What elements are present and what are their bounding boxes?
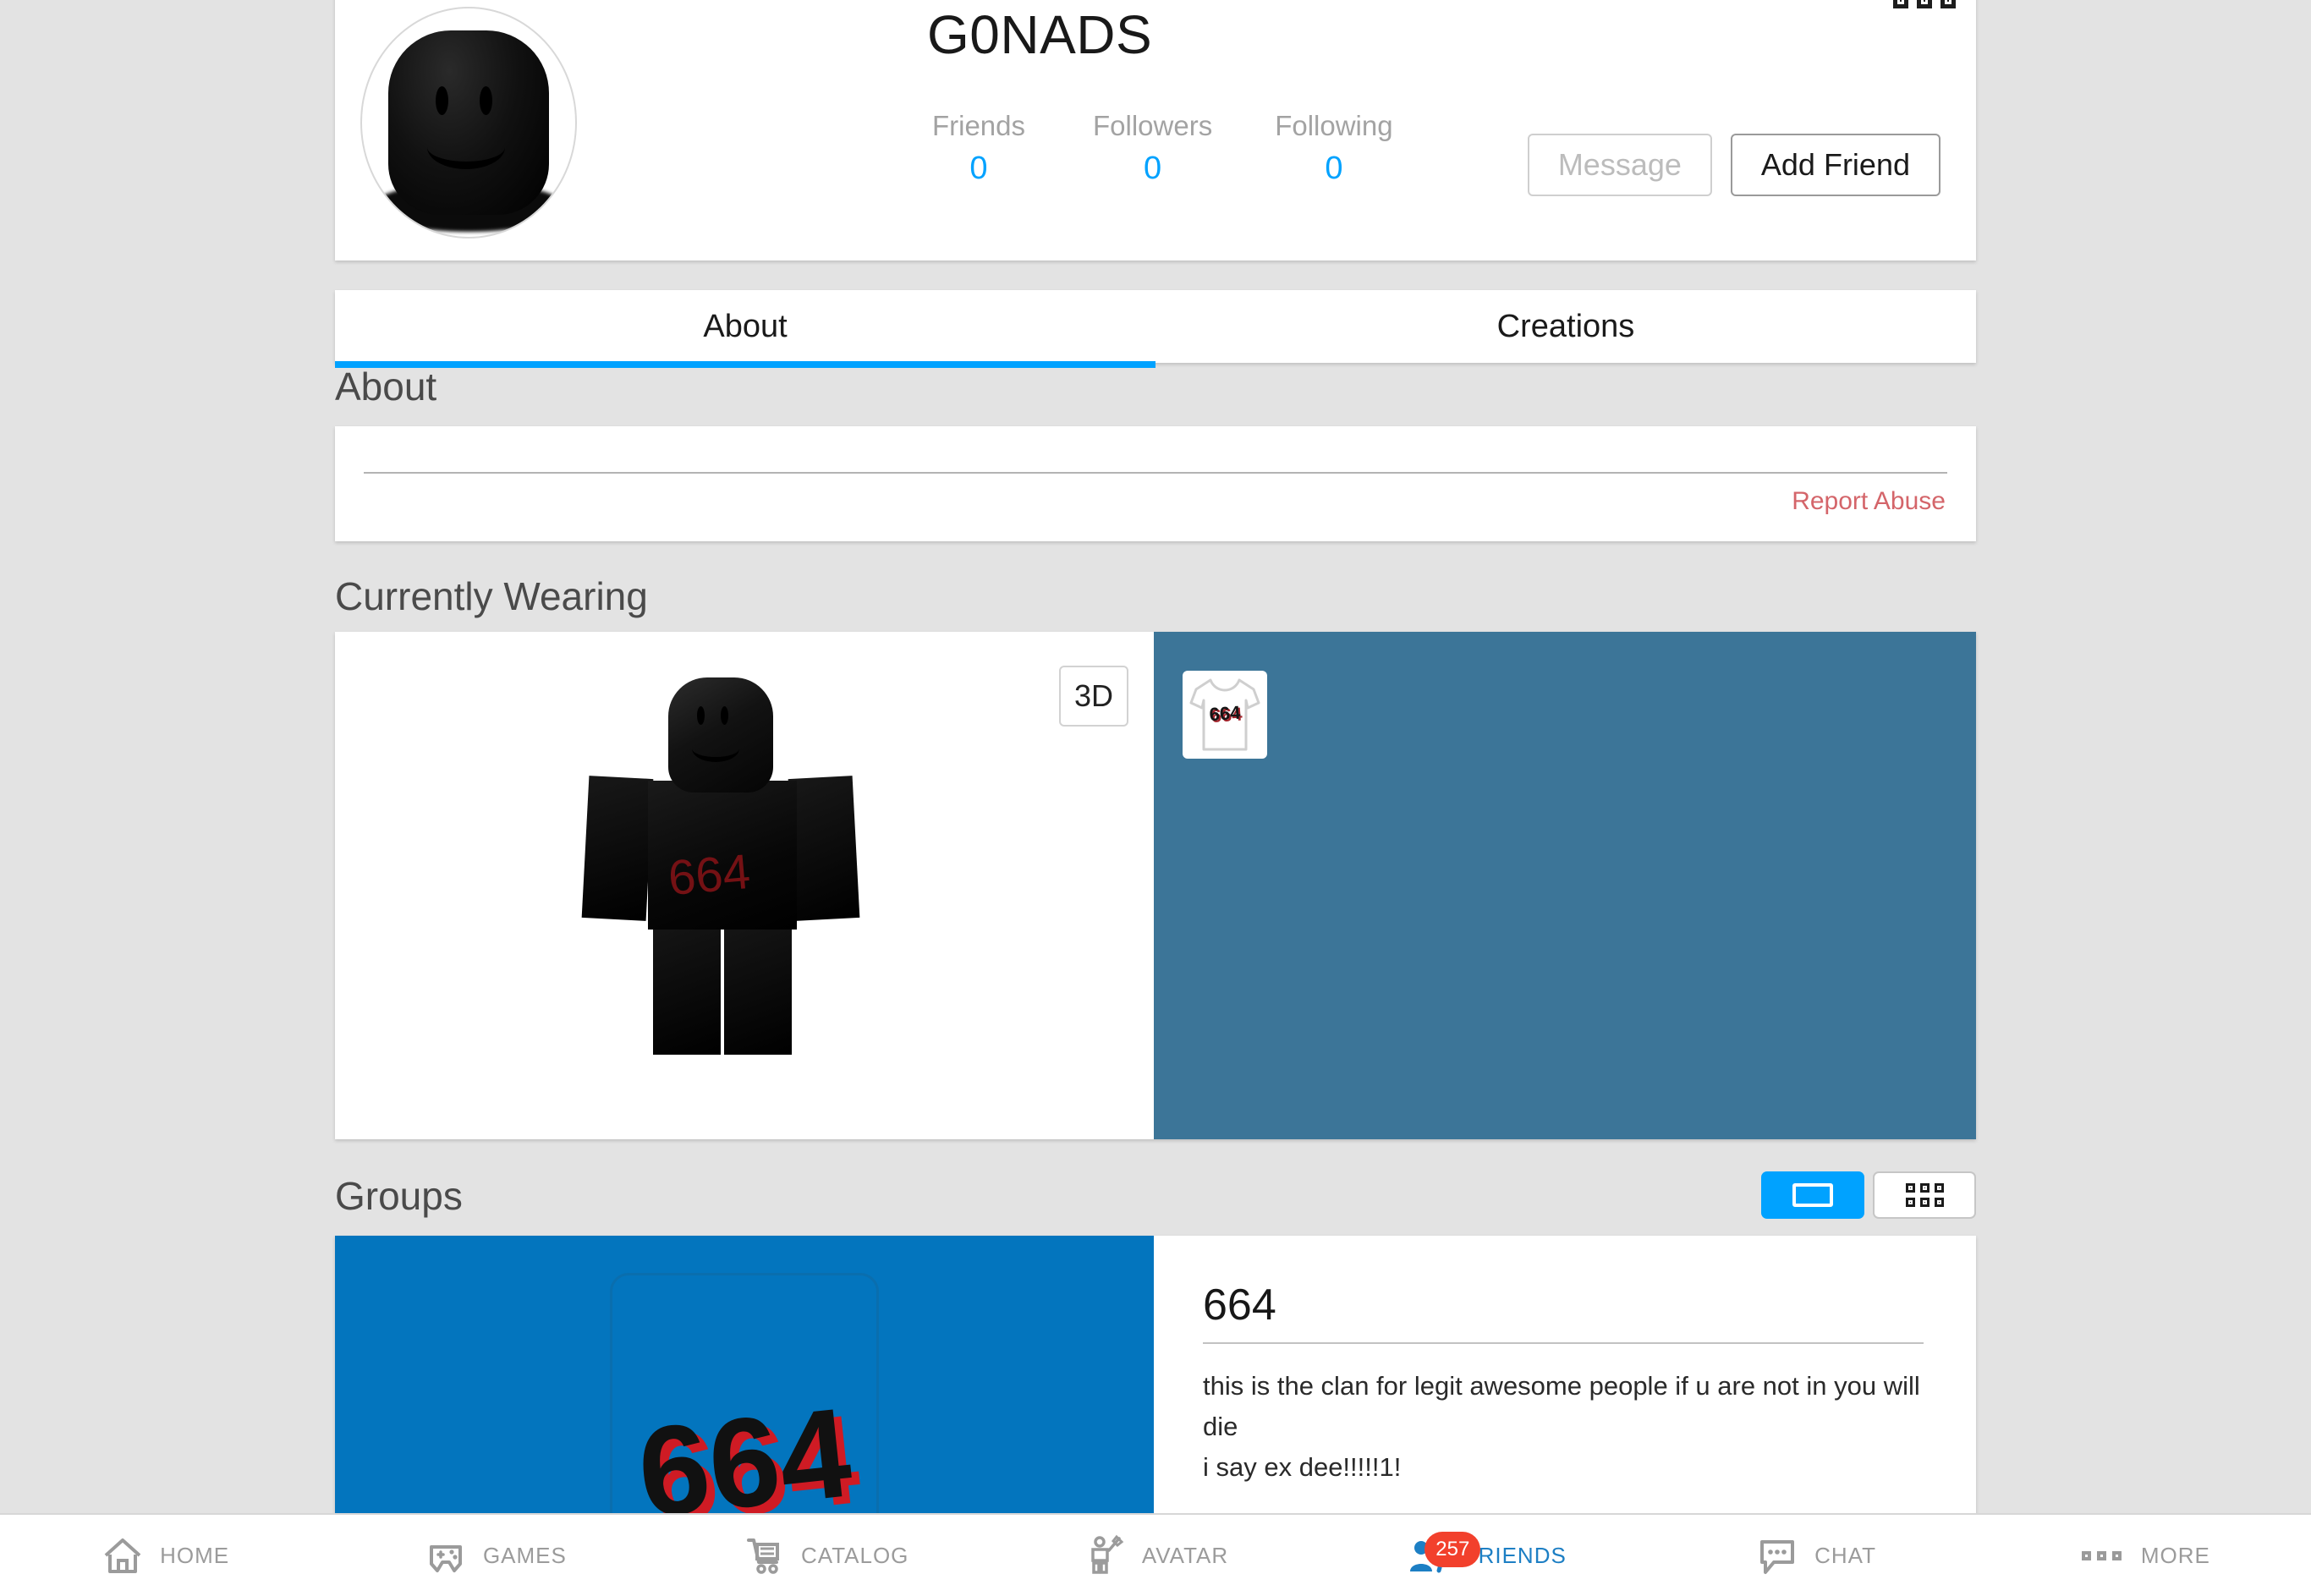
about-divider: [364, 472, 1947, 474]
profile-action-buttons: Message Add Friend: [1527, 134, 1940, 196]
stat-value: 0: [1325, 151, 1343, 186]
stat-label: Followers: [1093, 110, 1213, 141]
avatar-eye-left: [697, 706, 705, 725]
group-description-line-2: i say ex dee!!!!!1!: [1203, 1452, 1402, 1482]
stat-value: 0: [969, 151, 988, 186]
groups-view-toggle: [1761, 1171, 1976, 1219]
overflow-dot: [1940, 0, 1956, 8]
nav-item-avatar[interactable]: AVATAR: [991, 1533, 1320, 1577]
avatar-arm-left: [581, 776, 654, 921]
avatar-render-panel[interactable]: 3D 664: [335, 632, 1154, 1139]
home-icon: [101, 1533, 145, 1577]
avatar-torso: 664: [648, 781, 797, 930]
stat-friends[interactable]: Friends 0: [927, 110, 1030, 187]
nav-item-home[interactable]: HOME: [0, 1533, 330, 1577]
cart-icon: [742, 1533, 786, 1577]
group-logo-text: 664: [631, 1380, 858, 1515]
groups-list-view-button[interactable]: [1761, 1171, 1864, 1219]
page-title: G0NADS: [927, 4, 1153, 65]
nav-item-chat[interactable]: CHAT: [1650, 1533, 1980, 1577]
stat-value: 0: [1144, 151, 1162, 186]
stat-followers[interactable]: Followers 0: [1093, 110, 1212, 187]
about-card: Report Abuse: [335, 426, 1976, 541]
tab-about[interactable]: About: [335, 290, 1156, 368]
avatar[interactable]: [360, 7, 577, 239]
gamepad-icon: [424, 1533, 468, 1577]
avatar-icon: [1083, 1533, 1127, 1577]
avatar-eye-left: [436, 86, 448, 115]
nav-item-more[interactable]: MORE: [1981, 1533, 2311, 1577]
grid-view-icon: [1905, 1183, 1944, 1207]
groups-grid-view-button[interactable]: [1873, 1171, 1976, 1219]
nav-item-friends[interactable]: 257 FRIENDS: [1320, 1532, 1650, 1577]
nav-item-games[interactable]: GAMES: [330, 1533, 660, 1577]
avatar-eye-right: [480, 86, 492, 115]
bottom-navigation-bar: HOME GAMES CATALOG AVATAR 257 FRIENDS CH…: [0, 1513, 2311, 1596]
worn-items-panel: 664: [1154, 632, 1976, 1139]
avatar-leg-right: [724, 928, 792, 1055]
avatar-arm-right: [788, 776, 860, 921]
overflow-dot: [1893, 0, 1908, 8]
group-info: 664 this is the clan for legit awesome p…: [1154, 1236, 1976, 1515]
nav-label: MORE: [2140, 1542, 2210, 1568]
group-description-line-1: this is the clan for legit awesome peopl…: [1203, 1371, 1920, 1441]
message-button[interactable]: Message: [1527, 134, 1712, 196]
nav-item-catalog[interactable]: CATALOG: [661, 1533, 991, 1577]
overflow-dot: [1917, 0, 1932, 8]
groups-section-title: Groups: [335, 1174, 463, 1218]
group-card[interactable]: 664 664 this is the clan for legit aweso…: [335, 1236, 1976, 1515]
view-3d-button[interactable]: 3D: [1059, 666, 1128, 727]
avatar-shirt-text: 664: [666, 843, 753, 907]
avatar-head-3d: [668, 677, 773, 793]
stat-following[interactable]: Following 0: [1275, 110, 1392, 187]
profile-header-card: G0NADS Friends 0 Followers 0 Following 0…: [335, 0, 1976, 261]
stat-label: Friends: [931, 110, 1026, 141]
list-view-icon: [1792, 1183, 1833, 1207]
avatar-leg-left: [653, 928, 721, 1055]
currently-wearing-section-title: Currently Wearing: [335, 574, 648, 618]
overflow-menu-icon[interactable]: [1893, 0, 1956, 8]
nav-label: CHAT: [1814, 1542, 1876, 1568]
nav-label: GAMES: [482, 1542, 567, 1568]
group-name: 664: [1203, 1281, 1276, 1330]
nav-label: CATALOG: [801, 1542, 909, 1568]
chat-icon: [1755, 1533, 1799, 1577]
worn-item-tshirt[interactable]: 664: [1183, 671, 1267, 759]
report-abuse-link[interactable]: Report Abuse: [1792, 487, 1946, 516]
friends-badge: 257: [1424, 1532, 1481, 1567]
avatar-head: [388, 30, 549, 215]
profile-tabs: About Creations: [335, 290, 1976, 368]
avatar-full-body-render: 664: [567, 677, 922, 1100]
roblox-profile-page: G0NADS Friends 0 Followers 0 Following 0…: [0, 0, 2311, 1596]
avatar-smile: [692, 735, 739, 762]
profile-stats: Friends 0 Followers 0 Following 0: [927, 110, 1393, 187]
more-icon: [2081, 1533, 2126, 1577]
nav-label: AVATAR: [1141, 1542, 1229, 1568]
group-name-divider: [1203, 1342, 1924, 1344]
avatar-eye-right: [721, 706, 728, 725]
add-friend-button[interactable]: Add Friend: [1730, 134, 1940, 196]
stat-label: Following: [1275, 110, 1393, 141]
group-logo: 664: [335, 1236, 1154, 1515]
nav-label: HOME: [160, 1542, 230, 1568]
about-section-title: About: [335, 365, 437, 409]
tab-creations[interactable]: Creations: [1156, 290, 1976, 363]
currently-wearing-card: 3D 664 664: [335, 632, 1976, 1139]
avatar-smile: [427, 125, 505, 169]
